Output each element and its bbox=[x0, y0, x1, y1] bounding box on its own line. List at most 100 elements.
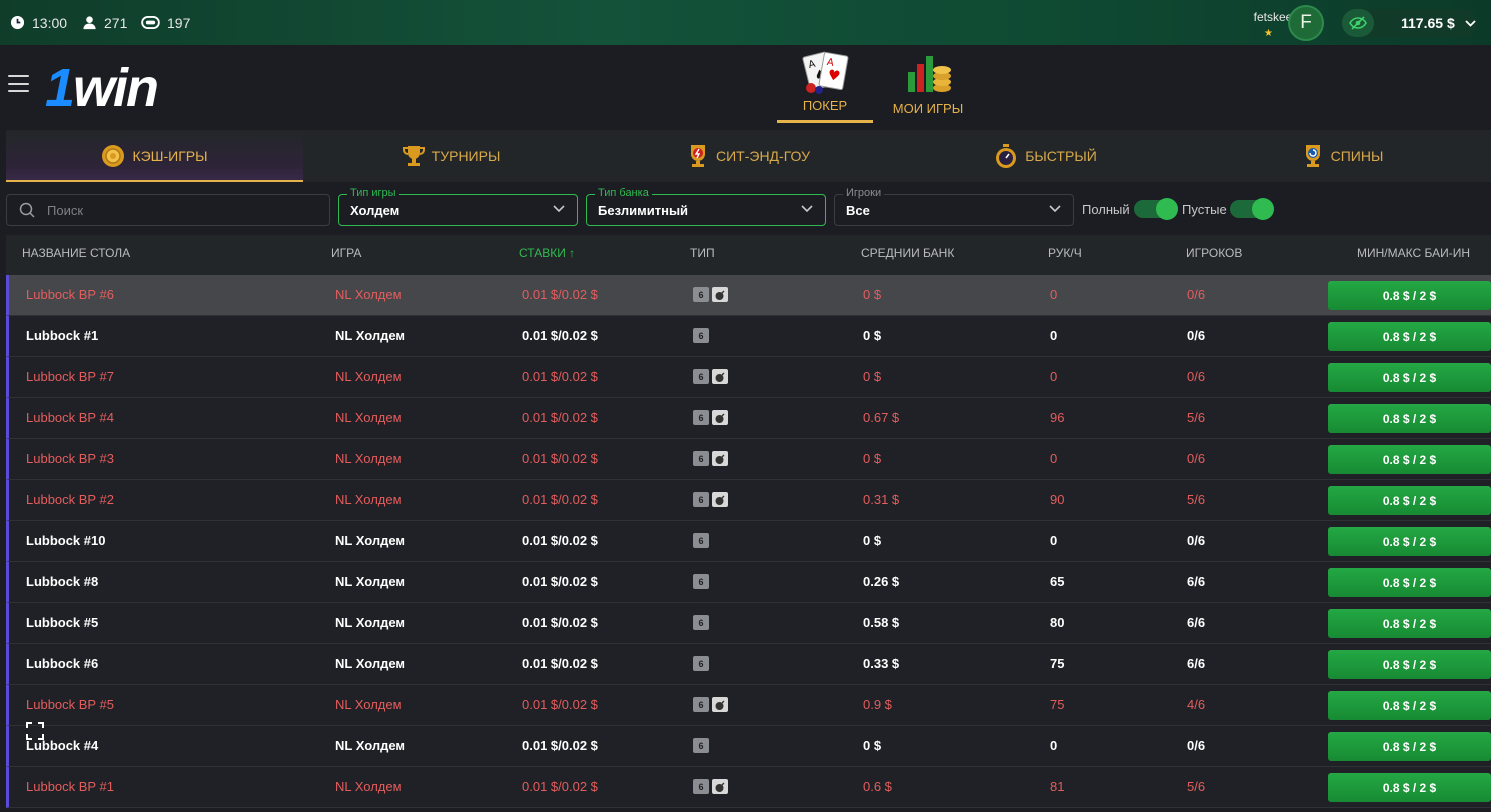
logo[interactable]: 1win1win bbox=[45, 61, 159, 115]
stakes: 0.01 $/0.02 $ bbox=[522, 451, 598, 466]
stakes: 0.01 $/0.02 $ bbox=[522, 287, 598, 302]
table-type: 6 bbox=[693, 410, 728, 425]
nav-my-games[interactable]: МОИ ИГРЫ bbox=[892, 45, 964, 123]
eye-off-icon[interactable] bbox=[1342, 9, 1374, 37]
filter-bar: Тип игры Холдем Тип банка Безлимитный Иг… bbox=[0, 187, 1491, 230]
buyin-button[interactable]: 0.8 $ / 2 $ bbox=[1328, 363, 1491, 392]
toggle-full-switch[interactable] bbox=[1134, 198, 1178, 220]
chevron-down-icon bbox=[801, 205, 813, 213]
buyin-button[interactable]: 0.8 $ / 2 $ bbox=[1328, 445, 1491, 474]
table-header: НАЗВАНИЕ СТОЛА ИГРА СТАВКИ ↑ ТИП СРЕДНИИ… bbox=[6, 235, 1491, 275]
game-type-select[interactable]: Тип игры Холдем bbox=[338, 187, 578, 226]
col-type[interactable]: ТИП bbox=[690, 246, 715, 260]
avatar[interactable]: F bbox=[1288, 5, 1324, 41]
game-name: NL Холдем bbox=[335, 410, 402, 425]
table-row[interactable]: Lubbock BP #6 NL Холдем 0.01 $/0.02 $ 6 0 $ 0… bbox=[6, 275, 1491, 316]
table-row[interactable]: Lubbock BP #2 NL Холдем 0.01 $/0.02 $ 6 0.31… bbox=[6, 480, 1491, 521]
buyin-button[interactable]: 0.8 $ / 2 $ bbox=[1328, 691, 1491, 720]
cash-tables-list: НАЗВАНИЕ СТОЛА ИГРА СТАВКИ ↑ ТИП СРЕДНИИ… bbox=[6, 235, 1491, 808]
buyin-button[interactable]: 0.8 $ / 2 $ bbox=[1328, 609, 1491, 638]
buyin-button[interactable]: 0.8 $ / 2 $ bbox=[1328, 486, 1491, 515]
buyin-button[interactable]: 0.8 $ / 2 $ bbox=[1328, 322, 1491, 351]
trophy-lightning-icon bbox=[691, 145, 705, 167]
chevron-down-icon bbox=[553, 205, 565, 213]
players-online-stat: 271 bbox=[82, 0, 127, 45]
toggle-empty-switch[interactable] bbox=[1230, 198, 1274, 220]
avg-pot: 0 $ bbox=[863, 451, 882, 466]
avg-pot: 0 $ bbox=[863, 369, 882, 384]
table-row[interactable]: Lubbock BP #5 NL Холдем 0.01 $/0.02 $ 6 0.9 … bbox=[6, 685, 1491, 726]
table-row[interactable]: Lubbock #4 NL Холдем 0.01 $/0.02 $6 0 $0 0/6… bbox=[6, 726, 1491, 767]
players-legend: Игроки bbox=[843, 187, 885, 199]
col-stakes[interactable]: СТАВКИ ↑ bbox=[519, 246, 575, 260]
hands-per-hour: 81 bbox=[1050, 779, 1065, 794]
table-type: 6 bbox=[693, 328, 709, 343]
buyin-button[interactable]: 0.8 $ / 2 $ bbox=[1328, 281, 1491, 310]
search-box[interactable] bbox=[6, 194, 330, 226]
tab-tournaments-label: ТУРНИРЫ bbox=[431, 148, 501, 164]
col-players[interactable]: ИГРОКОВ bbox=[1186, 246, 1242, 260]
col-avg-pot[interactable]: СРЕДНИИ БАНК bbox=[861, 246, 954, 260]
buyin-button[interactable]: 0.8 $ / 2 $ bbox=[1328, 527, 1491, 556]
table-row[interactable]: Lubbock #1 NL Холдем 0.01 $/0.02 $ 6 0 $ 0 0/6… bbox=[6, 316, 1491, 357]
col-hands-per-hour[interactable]: РУК/Ч bbox=[1048, 246, 1082, 260]
balance-dropdown[interactable]: 117.65 $ bbox=[1342, 9, 1477, 37]
tab-fast[interactable]: БЫСТРЫЙ bbox=[897, 130, 1194, 182]
buyin-button[interactable]: 0.8 $ / 2 $ bbox=[1328, 404, 1491, 433]
players-seated: 0/6 bbox=[1187, 738, 1206, 753]
clock-time: 13:00 bbox=[32, 14, 68, 31]
col-table-name[interactable]: НАЗВАНИЕ СТОЛА bbox=[22, 246, 130, 260]
table-type: 6 bbox=[693, 738, 709, 753]
tab-sit-and-go-label: СИТ-ЭНД-ГОУ bbox=[716, 148, 810, 164]
table-row[interactable]: Lubbock BP #7 NL Холдем 0.01 $/0.02 $ 6 0 $ 0… bbox=[6, 357, 1491, 398]
table-row[interactable]: Lubbock BP #3 NL Холдем 0.01 $/0.02 $ 6 0 $ 0… bbox=[6, 439, 1491, 480]
status-bar: 13:00 271 197 fetskeel ★ F 117.65 $ bbox=[0, 0, 1491, 45]
fullscreen-icon[interactable] bbox=[26, 722, 44, 745]
bomb-pot-icon bbox=[712, 779, 728, 794]
table-row[interactable]: Lubbock BP #1 NL Холдем 0.01 $/0.02 $ 6 0.6 … bbox=[6, 767, 1491, 808]
search-input[interactable] bbox=[47, 202, 307, 218]
players-seated: 5/6 bbox=[1187, 492, 1206, 507]
table-name: Lubbock BP #1 bbox=[26, 779, 114, 794]
avg-pot: 0.26 $ bbox=[863, 574, 900, 589]
buyin-button[interactable]: 0.8 $ / 2 $ bbox=[1328, 568, 1491, 597]
stakes: 0.01 $/0.02 $ bbox=[522, 697, 598, 712]
main-header: 1win1win A♠ A♥ ПОКЕР МОИ ИГРЫ bbox=[0, 45, 1491, 123]
col-stakes-label: СТАВКИ bbox=[519, 246, 566, 260]
menu-icon[interactable] bbox=[8, 75, 29, 92]
table-row[interactable]: Lubbock #8 NL Холдем 0.01 $/0.02 $ 6 0.26 $ 6… bbox=[6, 562, 1491, 603]
avg-pot: 0 $ bbox=[863, 738, 882, 753]
table-row[interactable]: Lubbock BP #4 NL Холдем 0.01 $/0.02 $ 6 0.67… bbox=[6, 398, 1491, 439]
nav-poker[interactable]: A♠ A♥ ПОКЕР bbox=[777, 45, 873, 123]
bomb-pot-icon bbox=[712, 410, 728, 425]
game-name: NL Холдем bbox=[335, 328, 406, 343]
table-row[interactable]: Lubbock #5 NL Холдем 0.01 $/0.02 $ 6 0.58 $ 8… bbox=[6, 603, 1491, 644]
chevron-down-icon bbox=[1465, 19, 1476, 27]
players-seated: 5/6 bbox=[1187, 779, 1206, 794]
buyin-button[interactable]: 0.8 $ / 2 $ bbox=[1328, 732, 1491, 761]
col-buyin[interactable]: МИН/МАКС БАИ-ИН bbox=[1357, 246, 1470, 260]
tab-spins-label: СПИНЫ bbox=[1330, 148, 1384, 164]
table-row[interactable]: Lubbock #10 NL Холдем 0.01 $/0.02 $ 6 0 $ 0 0/… bbox=[6, 521, 1491, 562]
tab-tournaments[interactable]: ТУРНИРЫ bbox=[303, 130, 600, 182]
tab-spins[interactable]: СПИНЫ bbox=[1194, 130, 1491, 182]
chevron-down-icon bbox=[1049, 205, 1061, 213]
hands-per-hour: 0 bbox=[1050, 738, 1058, 753]
players-select[interactable]: Игроки Все bbox=[834, 187, 1074, 226]
table-row[interactable]: Lubbock #6 NL Холдем 0.01 $/0.02 $ 6 0.33 $ 7… bbox=[6, 644, 1491, 685]
trophy-icon bbox=[402, 146, 425, 166]
user-icon bbox=[83, 16, 96, 30]
buyin-button[interactable]: 0.8 $ / 2 $ bbox=[1328, 650, 1491, 679]
buyin-button[interactable]: 0.8 $ / 2 $ bbox=[1328, 773, 1491, 802]
tab-cash-games[interactable]: КЭШ-ИГРЫ bbox=[6, 130, 303, 182]
table-name: Lubbock #6 bbox=[26, 656, 99, 671]
tab-cash-games-label: КЭШ-ИГРЫ bbox=[132, 148, 208, 164]
stakes: 0.01 $/0.02 $ bbox=[522, 369, 598, 384]
hands-per-hour: 0 bbox=[1050, 328, 1058, 343]
bank-type-select[interactable]: Тип банка Безлимитный bbox=[586, 187, 826, 226]
col-game[interactable]: ИГРА bbox=[331, 246, 361, 260]
tables-stat: 197 bbox=[141, 0, 190, 45]
table-icon bbox=[141, 16, 160, 29]
avg-pot: 0 $ bbox=[863, 287, 882, 302]
tab-sit-and-go[interactable]: СИТ-ЭНД-ГОУ bbox=[600, 130, 897, 182]
